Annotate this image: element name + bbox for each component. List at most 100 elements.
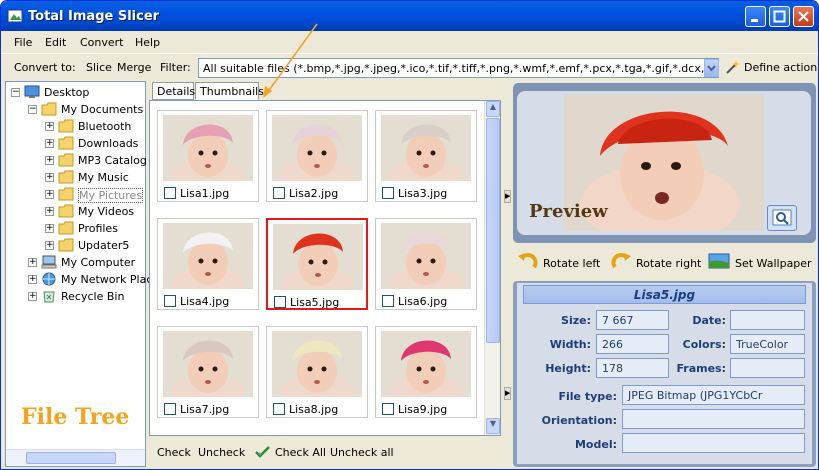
convert-to-button[interactable]: Convert to: bbox=[14, 61, 76, 74]
rotate-right-button[interactable]: Rotate right bbox=[636, 257, 701, 270]
preview-panel: Preview bbox=[513, 83, 816, 243]
menu-file[interactable]: File bbox=[14, 36, 32, 49]
tab-thumbnails[interactable]: Thumbnails bbox=[195, 82, 264, 100]
expand-icon[interactable]: + bbox=[45, 156, 54, 165]
thumbnail-grid: Lisa1.jpg Lisa2.jpg Lisa3.jpg Lisa4.jpg Lisa… bbox=[149, 100, 501, 436]
expand-icon[interactable]: + bbox=[45, 224, 54, 233]
zoom-button[interactable] bbox=[767, 205, 797, 231]
expand-icon[interactable]: + bbox=[45, 190, 54, 199]
thumbnail-item[interactable]: Lisa3.jpg bbox=[375, 110, 477, 202]
thumbnail-checkbox[interactable] bbox=[164, 403, 176, 415]
tree-item-label: Recycle Bin bbox=[61, 290, 125, 303]
network-icon bbox=[41, 272, 57, 286]
recycle-bin-icon bbox=[41, 289, 57, 303]
minimize-button[interactable] bbox=[745, 6, 766, 27]
panel-splitter[interactable]: ▶ ▶ bbox=[504, 81, 511, 467]
thumbnail-item[interactable]: Lisa2.jpg bbox=[266, 110, 368, 202]
thumbnail-item[interactable]: Lisa5.jpg bbox=[266, 218, 368, 310]
rotate-right-icon[interactable] bbox=[610, 250, 632, 272]
thumbnail-checkbox[interactable] bbox=[164, 295, 176, 307]
thumbnail-image bbox=[273, 224, 363, 290]
thumbnail-checkbox[interactable] bbox=[273, 187, 285, 199]
collapse-icon[interactable]: − bbox=[11, 88, 20, 97]
scroll-thumb[interactable] bbox=[26, 452, 116, 464]
merge-button[interactable]: Merge bbox=[117, 61, 151, 74]
uncheck-button[interactable]: Uncheck bbox=[198, 446, 245, 459]
computer-icon bbox=[41, 255, 57, 269]
thumbnail-filename: Lisa4.jpg bbox=[180, 295, 230, 308]
tree-scrollbar[interactable] bbox=[6, 449, 145, 466]
expand-icon[interactable]: + bbox=[45, 241, 54, 250]
thumbnail-checkbox[interactable] bbox=[382, 403, 394, 415]
splitter-arrow-icon[interactable]: ▶ bbox=[504, 387, 511, 400]
menu-edit[interactable]: Edit bbox=[45, 36, 66, 49]
expand-icon[interactable]: + bbox=[28, 258, 37, 267]
thumbnail-filename: Lisa3.jpg bbox=[398, 187, 448, 200]
thumbnail-filename: Lisa1.jpg bbox=[180, 187, 230, 200]
wallpaper-icon[interactable] bbox=[708, 250, 730, 272]
maximize-button[interactable] bbox=[769, 6, 790, 27]
thumbnail-item[interactable]: Lisa7.jpg bbox=[157, 326, 259, 418]
splitter-arrow-icon[interactable]: ▶ bbox=[504, 190, 511, 203]
close-button[interactable] bbox=[793, 6, 814, 27]
thumbnail-checkbox[interactable] bbox=[164, 187, 176, 199]
filter-select[interactable]: All suitable files (*.bmp,*.jpg,*.jpeg,*… bbox=[198, 58, 719, 78]
thumbnail-checkbox[interactable] bbox=[382, 187, 394, 199]
file-type-value: JPEG Bitmap (JPG1YCbCr bbox=[622, 385, 805, 405]
orientation-value bbox=[622, 409, 805, 429]
app-window: Total Image Slicer File Edit Convert Hel… bbox=[0, 0, 819, 470]
uncheck-all-button[interactable]: Uncheck all bbox=[330, 446, 394, 459]
tree-item-label: My Music bbox=[78, 171, 129, 184]
file-type-label: File type: bbox=[558, 390, 617, 403]
expand-icon[interactable]: + bbox=[45, 207, 54, 216]
gallery-scrollbar[interactable]: ▲ ▼ bbox=[484, 101, 500, 435]
check-all-button[interactable]: Check All bbox=[275, 446, 326, 459]
colors-label: Colors: bbox=[682, 338, 726, 351]
scroll-up-icon[interactable]: ▲ bbox=[486, 101, 500, 117]
window-title: Total Image Slicer bbox=[28, 9, 160, 24]
magnifier-icon bbox=[772, 209, 792, 226]
chevron-down-icon[interactable] bbox=[704, 59, 719, 77]
thumbnail-filename: Lisa8.jpg bbox=[289, 403, 339, 416]
size-value: 7 667 bbox=[596, 310, 669, 330]
folder-icon bbox=[58, 153, 74, 167]
menu-help[interactable]: Help bbox=[135, 36, 160, 49]
expand-icon[interactable]: + bbox=[45, 139, 54, 148]
collapse-icon[interactable]: − bbox=[28, 105, 37, 114]
rotate-left-icon[interactable] bbox=[517, 250, 539, 272]
check-all-icon bbox=[255, 446, 270, 458]
tree-item-label: Desktop bbox=[44, 86, 90, 99]
size-label: Size: bbox=[561, 314, 591, 327]
thumbnail-checkbox[interactable] bbox=[273, 403, 285, 415]
expand-icon[interactable]: + bbox=[45, 122, 54, 131]
toolbar: Convert to: Slice Merge Filter: All suit… bbox=[1, 53, 818, 80]
thumbnail-item[interactable]: Lisa8.jpg bbox=[266, 326, 368, 418]
set-wallpaper-button[interactable]: Set Wallpaper bbox=[735, 257, 812, 270]
scroll-down-icon[interactable]: ▼ bbox=[486, 418, 500, 434]
thumbnail-checkbox[interactable] bbox=[382, 295, 394, 307]
model-value bbox=[622, 433, 805, 453]
thumbnail-checkbox[interactable] bbox=[274, 296, 286, 308]
thumbnail-item[interactable]: Lisa1.jpg bbox=[157, 110, 259, 202]
title-bar[interactable]: Total Image Slicer bbox=[1, 1, 818, 31]
expand-icon[interactable]: + bbox=[28, 292, 37, 301]
thumbnail-item[interactable]: Lisa4.jpg bbox=[157, 218, 259, 310]
expand-icon[interactable]: + bbox=[28, 275, 37, 284]
thumbnail-image bbox=[163, 223, 253, 289]
thumbnail-item[interactable]: Lisa9.jpg bbox=[375, 326, 477, 418]
preview-caption: Preview bbox=[529, 201, 608, 222]
scroll-thumb[interactable] bbox=[486, 118, 500, 343]
thumbnail-filename: Lisa5.jpg bbox=[290, 296, 340, 309]
menu-convert[interactable]: Convert bbox=[80, 36, 124, 49]
slice-button[interactable]: Slice bbox=[86, 61, 112, 74]
thumbnail-item[interactable]: Lisa6.jpg bbox=[375, 218, 477, 310]
expand-icon[interactable]: + bbox=[45, 173, 54, 182]
frames-label: Frames: bbox=[676, 362, 726, 375]
width-value: 266 bbox=[596, 334, 669, 354]
rotate-left-button[interactable]: Rotate left bbox=[543, 257, 600, 270]
thumbnail-image bbox=[381, 223, 471, 289]
tab-details[interactable]: Details bbox=[152, 82, 195, 100]
check-button[interactable]: Check bbox=[157, 446, 191, 459]
thumbnail-filename: Lisa2.jpg bbox=[289, 187, 339, 200]
define-action-button[interactable]: Define action bbox=[744, 61, 817, 74]
